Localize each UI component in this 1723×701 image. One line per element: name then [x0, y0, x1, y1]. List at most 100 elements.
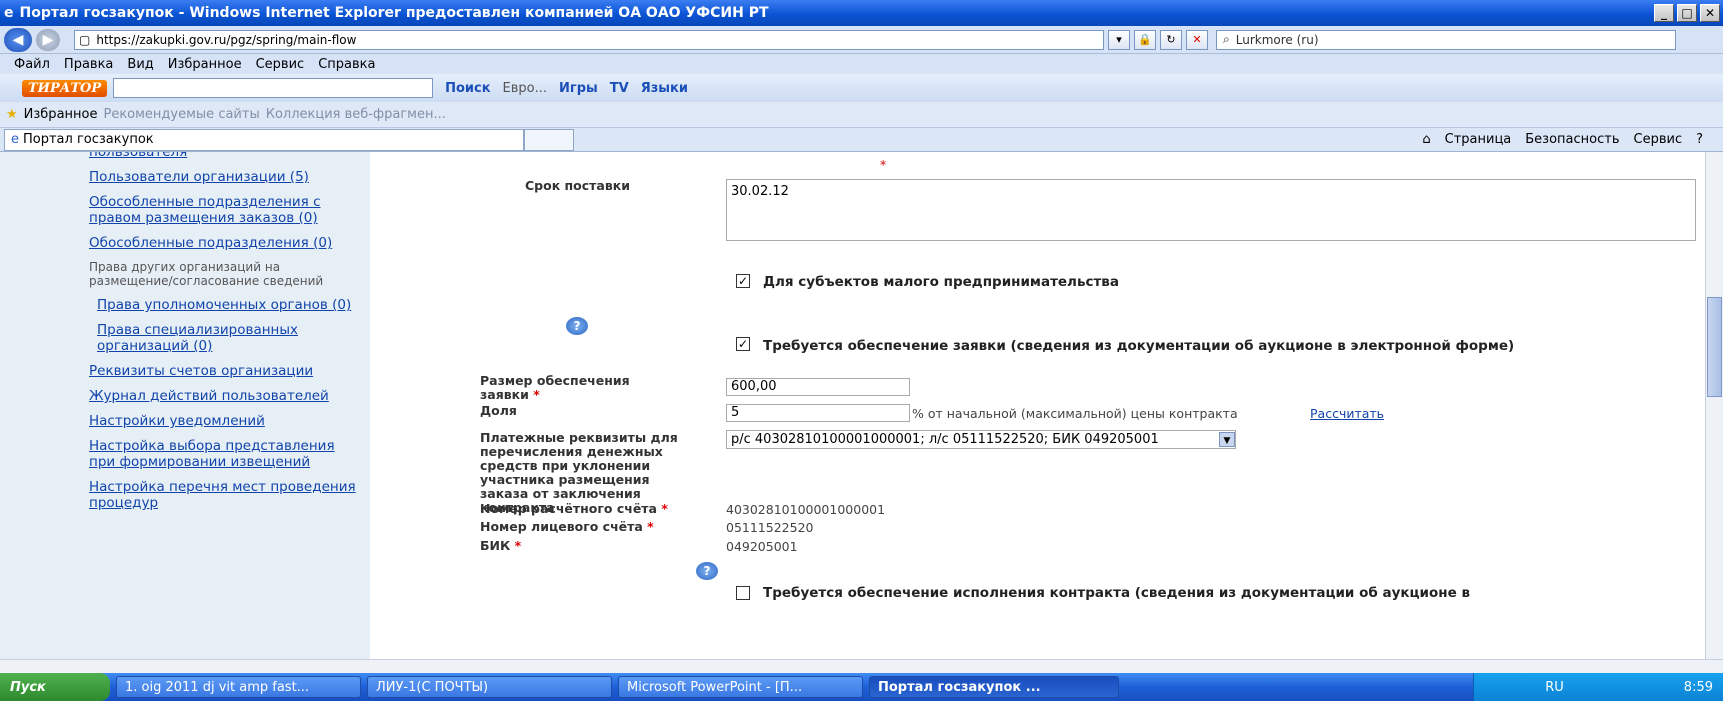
- sidebar-link[interactable]: Права уполномоченных органов (0): [97, 297, 367, 313]
- tab-title: Портал госзакупок: [23, 132, 154, 147]
- help-icon[interactable]: ?: [696, 562, 718, 580]
- toolbar-games[interactable]: Игры: [559, 81, 598, 96]
- close-button[interactable]: ✕: [1700, 4, 1720, 22]
- cmd-tools[interactable]: Сервис: [1634, 132, 1683, 147]
- sidebar-link[interactable]: Пользователи организации (5): [89, 169, 359, 185]
- scrollbar-thumb[interactable]: [1707, 297, 1722, 397]
- task-item[interactable]: ЛИУ-1(С ПОЧТЫ): [367, 676, 612, 698]
- delivery-label: Срок поставки: [525, 178, 631, 193]
- back-button[interactable]: ◀: [4, 27, 32, 52]
- contract-security-checkbox[interactable]: [736, 586, 750, 600]
- url-input[interactable]: ▢ https://zakupki.gov.ru/pgz/spring/main…: [74, 29, 1104, 50]
- tab-portal[interactable]: e Портал госзакупок: [4, 128, 524, 151]
- ie-tab-icon: e: [11, 132, 19, 147]
- share-input[interactable]: 5: [726, 404, 910, 422]
- page-content: пользователя Пользователи организации (5)…: [0, 152, 1723, 659]
- menu-view[interactable]: Вид: [127, 57, 153, 72]
- favorites-star-icon: ★: [6, 107, 18, 122]
- sidebar-link[interactable]: Права специализированных организаций (0): [97, 322, 367, 354]
- search-icon: ⌕: [1223, 32, 1230, 46]
- chevron-down-icon[interactable]: ▼: [1219, 432, 1235, 447]
- menu-edit[interactable]: Правка: [64, 57, 113, 72]
- forward-button[interactable]: ▶: [36, 28, 60, 51]
- search-input[interactable]: ⌕ Lurkmore (ru): [1216, 29, 1676, 50]
- minimize-button[interactable]: _: [1654, 4, 1674, 22]
- horizontal-scrollbar[interactable]: [0, 659, 1723, 673]
- toolbar-tv[interactable]: TV: [610, 81, 629, 96]
- calculate-link[interactable]: Рассчитать: [1310, 406, 1384, 421]
- share-value: 5: [731, 405, 740, 420]
- menu-file[interactable]: Файл: [14, 57, 50, 72]
- small-business-checkbox[interactable]: ✓: [736, 274, 750, 288]
- home-icon[interactable]: ⌂: [1422, 132, 1430, 147]
- stop-icon[interactable]: ✕: [1186, 29, 1208, 50]
- amount-input[interactable]: 600,00: [726, 378, 910, 396]
- address-bar: ◀ ▶ ▢ https://zakupki.gov.ru/pgz/spring/…: [0, 26, 1723, 54]
- system-tray: RU 8:59: [1473, 673, 1723, 701]
- ie-window: e Портал госзакупок - Windows Internet E…: [0, 0, 1723, 701]
- language-indicator[interactable]: RU: [1545, 680, 1564, 695]
- url-text: https://zakupki.gov.ru/pgz/spring/main-f…: [96, 32, 357, 47]
- sidebar-link[interactable]: Журнал действий пользователей: [89, 388, 359, 404]
- vertical-scrollbar[interactable]: [1705, 152, 1723, 659]
- lock-icon[interactable]: 🔒: [1134, 29, 1156, 50]
- page-icon: ▢: [79, 32, 91, 47]
- payment-select[interactable]: р/с 40302810100001000001; л/с 0511152252…: [726, 430, 1236, 449]
- dropdown-icon[interactable]: ▾: [1108, 29, 1130, 50]
- delivery-value: 30.02.12: [731, 184, 789, 199]
- refresh-icon[interactable]: ↻: [1160, 29, 1182, 50]
- sidebar-link[interactable]: пользователя: [89, 152, 359, 160]
- toolbar-search-button[interactable]: Поиск: [445, 81, 490, 96]
- cmd-page[interactable]: Страница: [1445, 132, 1512, 147]
- share-suffix: % от начальной (максимальной) цены контр…: [912, 406, 1238, 421]
- recommended-sites[interactable]: Рекомендуемые сайты: [103, 107, 259, 122]
- clock: 8:59: [1683, 679, 1713, 695]
- required-marker: *: [528, 387, 540, 402]
- sidebar: пользователя Пользователи организации (5)…: [0, 152, 370, 659]
- favorites-button[interactable]: Избранное: [24, 107, 98, 122]
- amount-label-text: Размер обеспечения заявки: [480, 373, 630, 402]
- bik-value: 049205001: [726, 539, 798, 554]
- tirator-logo[interactable]: ТИРАТОР: [22, 79, 108, 97]
- cmd-security[interactable]: Безопасность: [1525, 132, 1619, 147]
- help-icon[interactable]: ?: [1696, 132, 1703, 147]
- sidebar-link[interactable]: Обособленные подразделения с правом разм…: [89, 194, 359, 226]
- amount-value: 600,00: [731, 379, 777, 394]
- web-slice-gallery[interactable]: Коллекция веб-фрагмен...: [266, 107, 446, 122]
- toolbar: ТИРАТОР Поиск Евро... Игры TV Языки: [0, 74, 1723, 102]
- bid-security-label: Требуется обеспечение заявки (сведения и…: [763, 338, 1515, 354]
- sidebar-link[interactable]: Обособленные подразделения (0): [89, 235, 359, 251]
- favorites-bar: ★ Избранное Рекомендуемые сайты Коллекци…: [0, 102, 1723, 128]
- amount-label: Размер обеспечения заявки *: [480, 374, 670, 402]
- delivery-textarea[interactable]: 30.02.12: [726, 179, 1696, 241]
- new-tab-button[interactable]: [524, 128, 574, 151]
- small-business-label: Для субъектов малого предпринимательства: [763, 274, 1119, 290]
- menu-bar: Файл Правка Вид Избранное Сервис Справка: [0, 54, 1723, 74]
- personal-account-value: 05111522520: [726, 520, 814, 535]
- sidebar-list: пользователя Пользователи организации (5)…: [89, 152, 370, 511]
- required-marker: *: [880, 157, 887, 172]
- menu-favorites[interactable]: Избранное: [168, 57, 242, 72]
- toolbar-languages[interactable]: Языки: [641, 81, 688, 96]
- bik-label: БИК *: [480, 539, 521, 553]
- main-form: * Срок поставки 30.02.12 ✓ Для субъектов…: [370, 152, 1705, 659]
- sidebar-link[interactable]: Настройка выбора представления при форми…: [89, 438, 359, 470]
- account-value: 40302810100001000001: [726, 502, 886, 517]
- sidebar-link[interactable]: Настройки уведомлений: [89, 413, 359, 429]
- task-item[interactable]: Microsoft PowerPoint - [П...: [618, 676, 863, 698]
- task-item[interactable]: 1. oig 2011 dj vit amp fast...: [116, 676, 361, 698]
- toolbar-euro[interactable]: Евро...: [503, 81, 547, 96]
- start-button[interactable]: Пуск: [0, 673, 110, 701]
- sidebar-link[interactable]: Настройка перечня мест проведения процед…: [89, 479, 359, 511]
- menu-tools[interactable]: Сервис: [256, 57, 305, 72]
- personal-account-label: Номер лицевого счёта *: [480, 520, 654, 534]
- toolbar-search-input[interactable]: [113, 78, 434, 98]
- maximize-button[interactable]: □: [1677, 4, 1697, 22]
- help-icon[interactable]: ?: [566, 317, 588, 335]
- taskbar: Пуск 1. oig 2011 dj vit amp fast... ЛИУ-…: [0, 673, 1723, 701]
- required-marker: *: [642, 519, 654, 534]
- task-item-active[interactable]: Портал госзакупок ...: [869, 676, 1119, 698]
- menu-help[interactable]: Справка: [318, 57, 375, 72]
- sidebar-link[interactable]: Реквизиты счетов организации: [89, 363, 359, 379]
- tab-bar: e Портал госзакупок ⌂ Страница Безопасно…: [0, 128, 1723, 152]
